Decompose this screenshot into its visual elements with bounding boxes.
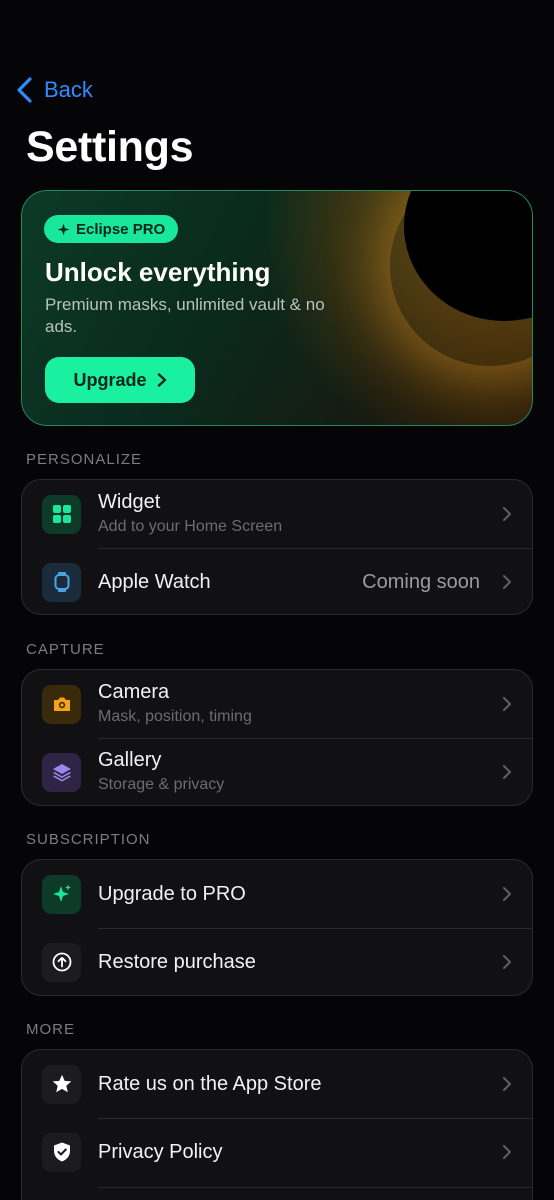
row-gallery[interactable]: Gallery Storage & privacy (22, 738, 532, 805)
more-group: Rate us on the App Store Privacy Policy (21, 1049, 533, 1200)
row-label: Upgrade to PRO (98, 882, 246, 905)
chevron-right-icon (157, 373, 166, 387)
chevron-left-icon (17, 77, 32, 103)
upgrade-button[interactable]: Upgrade (45, 357, 195, 403)
row-camera[interactable]: Camera Mask, position, timing (22, 670, 532, 738)
row-rate-app[interactable]: Rate us on the App Store (22, 1050, 532, 1118)
row-widget[interactable]: Widget Add to your Home Screen (22, 480, 532, 548)
row-sublabel: Storage & privacy (98, 776, 225, 793)
subscription-group: Upgrade to PRO Restore purchase (21, 859, 533, 996)
chevron-right-icon (503, 887, 511, 901)
capture-group: Camera Mask, position, timing Gallery St… (21, 669, 533, 806)
row-label: Widget (98, 491, 161, 513)
row-label: Restore purchase (98, 950, 256, 973)
chevron-right-icon (503, 697, 511, 711)
chevron-right-icon (503, 1145, 511, 1159)
section-header-capture: CAPTURE (26, 641, 105, 658)
row-label: Camera (98, 681, 170, 703)
row-divider (98, 1187, 532, 1188)
sparkle-icon (42, 874, 81, 914)
pro-badge-label: Eclipse PRO (76, 220, 166, 238)
camera-icon (42, 684, 81, 724)
upgrade-button-label: Upgrade (73, 369, 147, 390)
section-header-more: MORE (26, 1021, 75, 1038)
row-privacy-policy[interactable]: Privacy Policy (22, 1118, 532, 1186)
page-title: Settings (26, 123, 194, 171)
row-sublabel: Mask, position, timing (98, 708, 252, 725)
pro-promo-card: Eclipse PRO Unlock everything Premium ma… (21, 190, 533, 426)
restore-arrow-icon (42, 942, 81, 982)
settings-screen: Back Settings Eclipse PRO Unlock everyth… (0, 0, 554, 1200)
layers-icon (42, 752, 81, 792)
back-button[interactable]: Back (14, 74, 93, 106)
chevron-right-icon (503, 507, 511, 521)
chevron-right-icon (503, 1077, 511, 1091)
promo-subtitle: Premium masks, unlimited vault & no ads. (45, 295, 325, 336)
back-label: Back (44, 77, 93, 102)
chevron-right-icon (503, 955, 511, 969)
row-restore-purchase[interactable]: Restore purchase (22, 928, 532, 995)
row-label: Apple Watch (98, 570, 211, 593)
star-icon (42, 1064, 81, 1104)
row-value: Coming soon (362, 570, 480, 593)
section-header-personalize: PERSONALIZE (26, 451, 143, 468)
row-label: Privacy Policy (98, 1140, 223, 1163)
watch-icon (42, 562, 81, 602)
row-apple-watch[interactable]: Apple Watch Coming soon (22, 548, 532, 614)
section-header-subscription: SUBSCRIPTION (26, 831, 151, 848)
personalize-group: Widget Add to your Home Screen Apple Wat… (21, 479, 533, 615)
row-label: Rate us on the App Store (98, 1072, 322, 1095)
pro-badge: Eclipse PRO (44, 215, 179, 243)
widget-grid-icon (42, 494, 81, 534)
row-label: Gallery (98, 749, 162, 771)
row-upgrade-pro[interactable]: Upgrade to PRO (22, 860, 532, 928)
chevron-right-icon (503, 765, 511, 779)
promo-title: Unlock everything (45, 257, 271, 287)
shield-check-icon (42, 1132, 81, 1172)
sparkle-icon (57, 223, 70, 235)
chevron-right-icon (503, 575, 511, 589)
row-sublabel: Add to your Home Screen (98, 518, 283, 535)
